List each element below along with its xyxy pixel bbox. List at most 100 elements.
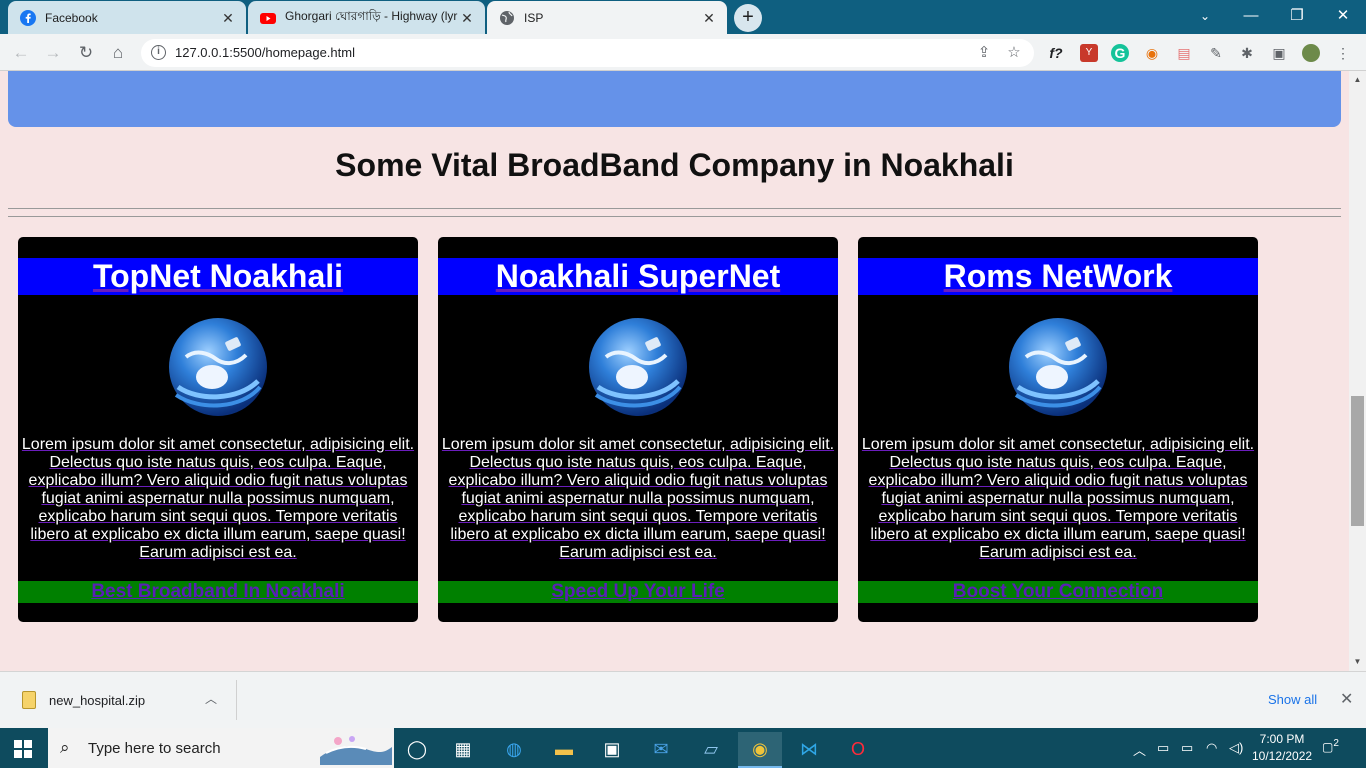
clock-time: 7:00 PM — [1259, 732, 1305, 746]
card-title-link[interactable]: Roms NetWork — [944, 258, 1173, 294]
grammarly-icon[interactable]: G — [1111, 44, 1129, 62]
page-scrollbar[interactable]: ▲ ▼ — [1349, 71, 1366, 671]
globe-icon — [500, 10, 514, 25]
tab-close-icon[interactable]: ✕ — [701, 10, 717, 26]
card-header: Noakhali SuperNet — [438, 258, 838, 295]
download-filename[interactable]: new_hospital.zip — [49, 693, 145, 708]
close-shelf-icon[interactable]: ✕ — [1340, 689, 1353, 709]
menu-kebab-icon[interactable]: ⋮ — [1334, 44, 1352, 62]
tab-youtube[interactable]: Ghorgari ঘোরগাড়ি - Highway (lyr ✕ — [248, 1, 485, 34]
battery-icon[interactable]: ▭ — [1181, 740, 1193, 756]
divider-bottom — [8, 216, 1341, 217]
tab-search-chevron-icon[interactable]: ⌄ — [1182, 0, 1228, 34]
url-text: 127.0.0.1:5500/homepage.html — [175, 45, 355, 60]
tray-chevron-icon[interactable]: ︿ — [1133, 740, 1146, 759]
card-footer: Boost Your Connection — [858, 581, 1258, 603]
microsoft-store-icon[interactable]: ▣ — [590, 732, 634, 768]
isp-card-supernet: Noakhali SuperNet Lorem ipsum dolor sit … — [438, 237, 838, 622]
opera-icon[interactable]: O — [836, 732, 880, 768]
card-footer-link[interactable]: Speed Up Your Life — [551, 581, 725, 602]
download-options-chevron-icon[interactable]: ︿ — [205, 690, 217, 707]
tab-isp[interactable]: ISP ✕ — [487, 1, 727, 34]
clock-date: 10/12/2022 — [1252, 749, 1313, 763]
taskbar-search-box[interactable]: ⌕ Type here to search — [48, 728, 394, 768]
restore-button[interactable]: ❐ — [1274, 0, 1320, 34]
isp-card-roms: Roms NetWork Lorem ipsum dolor sit amet … — [858, 237, 1258, 622]
extension-badge-icon[interactable]: Y — [1080, 44, 1098, 62]
close-window-button[interactable]: ✕ — [1320, 0, 1366, 34]
scrollbar-thumb[interactable] — [1351, 396, 1364, 526]
wifi-icon[interactable]: ◠ — [1206, 740, 1217, 756]
taskbar-clock[interactable]: 7:00 PM 10/12/2022 — [1252, 731, 1312, 765]
search-placeholder: Type here to search — [88, 740, 221, 757]
site-info-icon[interactable]: i — [151, 45, 166, 60]
eyedropper-icon[interactable]: ✎ — [1207, 44, 1225, 62]
vscode-icon[interactable]: ⋈ — [787, 732, 831, 768]
card-title-link[interactable]: Noakhali SuperNet — [496, 258, 781, 294]
youtube-icon — [260, 12, 276, 24]
extensions-puzzle-icon[interactable]: ✱ — [1238, 44, 1256, 62]
address-bar[interactable]: i 127.0.0.1:5500/homepage.html ⇪ ☆ — [141, 39, 1034, 67]
card-footer: Speed Up Your Life — [438, 581, 838, 603]
page-heading: Some Vital BroadBand Company in Noakhali — [335, 147, 1014, 183]
show-all-button[interactable]: Show all — [1268, 692, 1317, 707]
task-view-icon[interactable]: ◯ — [395, 732, 439, 768]
globe-network-icon — [589, 318, 687, 416]
zip-file-icon — [22, 691, 36, 709]
card-header: TopNet Noakhali — [18, 258, 418, 295]
calendar-extension-icon[interactable]: ▤ — [1175, 44, 1193, 62]
globe-network-icon — [169, 318, 267, 416]
card-description: Lorem ipsum dolor sit amet consectetur, … — [861, 436, 1255, 561]
tab-title: Facebook — [45, 10, 98, 25]
page-viewport: Some Vital BroadBand Company in Noakhali… — [0, 71, 1349, 671]
card-header: Roms NetWork — [858, 258, 1258, 295]
scroll-down-arrow-icon[interactable]: ▼ — [1349, 655, 1366, 669]
mail-icon[interactable]: ✉ — [639, 732, 683, 768]
tray-device-icon[interactable]: ▭ — [1157, 740, 1169, 756]
card-footer-link[interactable]: Best Broadband In Noakhali — [91, 581, 344, 602]
edge-icon[interactable]: ◍ — [492, 732, 536, 768]
divider-top — [8, 208, 1341, 209]
bookmark-star-icon[interactable]: ☆ — [1005, 44, 1023, 62]
extension-icon[interactable]: ◉ — [1143, 44, 1161, 62]
home-button[interactable]: ⌂ — [105, 40, 131, 66]
widgets-icon[interactable]: ▦ — [441, 732, 485, 768]
notification-count: 2 — [1333, 738, 1339, 749]
font-extension-icon[interactable]: f? — [1047, 44, 1065, 62]
card-title-link[interactable]: TopNet Noakhali — [93, 258, 343, 294]
new-tab-button[interactable]: + — [734, 4, 762, 32]
forward-button[interactable]: → — [40, 40, 66, 66]
tab-title: ISP — [524, 10, 544, 25]
card-description: Lorem ipsum dolor sit amet consectetur, … — [21, 436, 415, 561]
windows-start-icon[interactable] — [14, 740, 32, 758]
card-footer-link[interactable]: Boost Your Connection — [953, 581, 1163, 602]
back-button[interactable]: ← — [8, 40, 34, 66]
isp-card-topnet: TopNet Noakhali Lorem ipsum dolor sit am… — [18, 237, 418, 622]
minimize-button[interactable]: — — [1228, 0, 1274, 34]
volume-icon[interactable]: ◁) — [1229, 740, 1243, 756]
reload-button[interactable]: ↻ — [73, 40, 99, 66]
facebook-icon — [20, 9, 36, 26]
search-icon: ⌕ — [60, 738, 70, 757]
tab-facebook[interactable]: Facebook ✕ — [8, 1, 246, 34]
shelf-separator — [236, 680, 237, 720]
tab-title: Ghorgari ঘোরগাড়ি - Highway (lyr — [285, 8, 458, 23]
scroll-up-arrow-icon[interactable]: ▲ — [1349, 73, 1366, 87]
share-icon[interactable]: ⇪ — [975, 44, 993, 62]
chrome-icon[interactable]: ◉ — [738, 732, 782, 768]
app-icon[interactable]: ▱ — [689, 732, 733, 768]
profile-avatar[interactable] — [1302, 44, 1320, 62]
browser-toolbar: ← → ↻ ⌂ i 127.0.0.1:5500/homepage.html ⇪… — [0, 34, 1366, 71]
globe-network-icon — [1009, 318, 1107, 416]
card-footer: Best Broadband In Noakhali — [18, 581, 418, 603]
side-panel-icon[interactable]: ▣ — [1270, 44, 1288, 62]
notification-center-icon[interactable]: ▢2 — [1322, 738, 1344, 758]
title-bar: Facebook ✕ Ghorgari ঘোরগাড়ি - Highway (… — [0, 0, 1366, 34]
hero-banner — [8, 71, 1341, 127]
tab-close-icon[interactable]: ✕ — [220, 10, 236, 26]
windows-taskbar: ⌕ Type here to search ◯ ▦ ◍ ▬ ▣ ✉ ▱ ◉ ⋈ … — [0, 728, 1366, 768]
tab-close-icon[interactable]: ✕ — [459, 10, 475, 26]
card-description: Lorem ipsum dolor sit amet consectetur, … — [441, 436, 835, 561]
file-explorer-icon[interactable]: ▬ — [542, 732, 586, 768]
download-shelf: new_hospital.zip ︿ Show all ✕ — [0, 671, 1366, 728]
